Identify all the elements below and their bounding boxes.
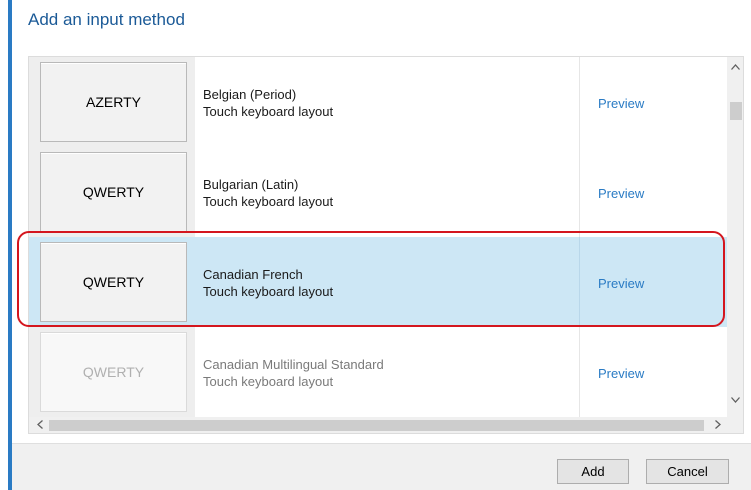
add-button[interactable]: Add [557, 459, 629, 484]
list-item-canadian-multilingual[interactable]: QWERTY Canadian Multilingual Standard To… [29, 327, 727, 417]
preview-link[interactable]: Preview [598, 185, 644, 202]
add-input-method-dialog: Add an input method AZERTY Belgian (Peri… [12, 0, 751, 490]
layout-name: Belgian (Period) [203, 87, 297, 102]
keyboard-layout-thumbnail: QWERTY [40, 332, 187, 412]
keyboard-layout-thumbnail: AZERTY [40, 62, 187, 142]
list-item-belgian-period[interactable]: AZERTY Belgian (Period) Touch keyboard l… [29, 57, 727, 147]
layout-type: Touch keyboard layout [203, 194, 334, 209]
vertical-scroll-thumb[interactable] [730, 102, 742, 120]
horizontal-scroll-thumb[interactable] [49, 420, 704, 431]
scrollbar-corner [727, 417, 743, 433]
list-item-canadian-french[interactable]: QWERTY Canadian French Touch keyboard la… [29, 237, 727, 327]
keyboard-layout-thumbnail: QWERTY [40, 242, 187, 322]
layout-name: Canadian French [203, 267, 303, 282]
chevron-left-icon[interactable] [31, 417, 48, 433]
layout-type: Touch keyboard layout [203, 374, 334, 389]
input-method-list[interactable]: AZERTY Belgian (Period) Touch keyboard l… [28, 56, 744, 434]
keyboard-layout-thumbnail: QWERTY [40, 152, 187, 232]
chevron-down-icon[interactable] [727, 392, 743, 409]
list-item-bulgarian-latin[interactable]: QWERTY Bulgarian (Latin) Touch keyboard … [29, 147, 727, 237]
preview-link[interactable]: Preview [598, 365, 644, 382]
dialog-title: Add an input method [28, 10, 185, 29]
column-divider [579, 327, 580, 417]
layout-type: Touch keyboard layout [203, 284, 334, 299]
layout-type: Touch keyboard layout [203, 104, 334, 119]
column-divider [579, 237, 580, 327]
cancel-button[interactable]: Cancel [646, 459, 729, 484]
column-divider [579, 57, 580, 147]
chevron-up-icon[interactable] [727, 59, 743, 76]
layout-name: Canadian Multilingual Standard [203, 357, 384, 372]
preview-link[interactable]: Preview [598, 275, 644, 292]
horizontal-scrollbar[interactable] [29, 417, 727, 433]
layout-name: Bulgarian (Latin) [203, 177, 299, 192]
column-divider [579, 147, 580, 237]
chevron-right-icon[interactable] [709, 417, 726, 433]
dialog-footer: Add Cancel [12, 443, 751, 490]
preview-link[interactable]: Preview [598, 95, 644, 112]
vertical-scrollbar[interactable] [727, 57, 743, 417]
